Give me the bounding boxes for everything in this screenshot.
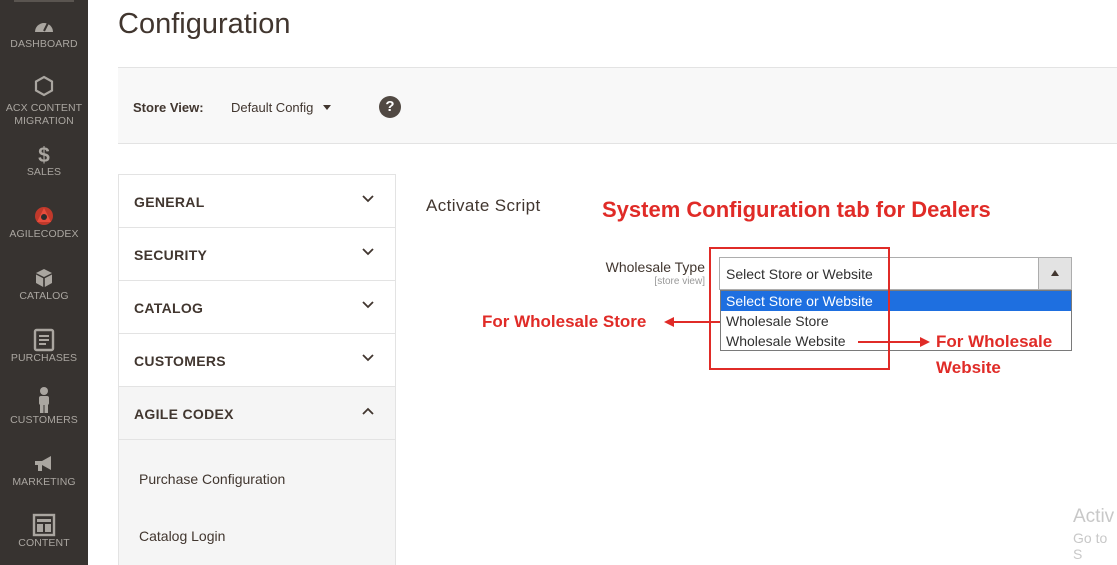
document-icon <box>33 328 55 352</box>
tab-label: CUSTOMERS <box>134 353 226 369</box>
agile-codex-submenu: Purchase Configuration Catalog Login <box>119 439 395 565</box>
chevron-down-icon <box>362 301 374 309</box>
nav-label: CONTENT <box>18 537 70 549</box>
help-icon[interactable]: ? <box>379 96 401 118</box>
nav-item-catalog[interactable]: CATALOG <box>0 266 88 303</box>
annotation-wholesale-website-line2: Website <box>936 358 1001 377</box>
admin-sidebar: DASHBOARD ACX CONTENT MIGRATION $ SALES … <box>0 0 88 565</box>
tab-label: GENERAL <box>134 194 205 210</box>
tab-label: CATALOG <box>134 300 204 316</box>
store-view-bar: Store View: Default Config ? <box>118 67 1117 144</box>
section-title: Activate Script <box>426 196 541 215</box>
store-view-dropdown[interactable]: Default Config <box>231 100 313 115</box>
magento-admin-page: DASHBOARD ACX CONTENT MIGRATION $ SALES … <box>0 0 1117 565</box>
chevron-up-icon <box>362 407 374 415</box>
tab-label: SECURITY <box>134 247 208 263</box>
hexagon-icon <box>34 75 54 97</box>
annotation-title: System Configuration tab for Dealers <box>602 197 991 222</box>
nav-label: PURCHASES <box>10 352 78 364</box>
wholesale-type-label: Wholesale Type <box>605 259 705 275</box>
nav-label: AGILECODEX <box>9 228 79 240</box>
nav-label: CATALOG <box>19 290 69 302</box>
nav-item-sales[interactable]: $ SALES <box>0 142 88 179</box>
nav-item-customers[interactable]: CUSTOMERS <box>0 386 88 427</box>
person-icon <box>39 387 49 413</box>
box-icon <box>36 269 52 287</box>
nav-item-acx-content-migration[interactable]: ACX CONTENT MIGRATION <box>0 74 88 128</box>
dashboard-icon <box>35 22 53 32</box>
chevron-down-icon <box>362 248 374 256</box>
tab-general[interactable]: GENERAL <box>119 174 395 227</box>
nav-item-dashboard[interactable]: DASHBOARD <box>0 14 88 51</box>
nav-top-divider <box>14 0 74 2</box>
chevron-down-icon <box>362 195 374 203</box>
nav-item-marketing[interactable]: MARKETING <box>0 452 88 489</box>
nav-item-content[interactable]: CONTENT <box>0 513 88 550</box>
megaphone-icon <box>35 456 51 471</box>
svg-text:$: $ <box>38 144 50 166</box>
annotation-wholesale-website-line1: For Wholesale <box>936 332 1053 351</box>
nav-item-purchases[interactable]: PURCHASES <box>0 328 88 365</box>
nav-label: SALES <box>26 166 62 178</box>
annotation-wholesale-store: For Wholesale Store <box>482 312 647 331</box>
nav-label: DASHBOARD <box>10 38 78 50</box>
tab-catalog[interactable]: CATALOG <box>119 280 395 333</box>
submenu-item-catalog-login[interactable]: Catalog Login <box>139 528 225 544</box>
tab-agile-codex[interactable]: AGILE CODEX <box>119 386 395 439</box>
nav-label: CUSTOMERS <box>10 414 78 426</box>
tab-customers[interactable]: CUSTOMERS <box>119 333 395 386</box>
nav-label: ACX CONTENT MIGRATION <box>5 102 83 127</box>
config-tabs: GENERAL SECURITY CATALOG CUSTOMERS AGILE… <box>118 174 396 565</box>
field-scope-label: [store view] <box>654 276 705 287</box>
nav-label: MARKETING <box>12 476 76 488</box>
select-toggle-button[interactable] <box>1038 258 1071 289</box>
agilecodex-logo-icon <box>35 207 53 225</box>
tab-security[interactable]: SECURITY <box>119 227 395 280</box>
chevron-down-icon <box>362 354 374 362</box>
annotation-highlight-box <box>709 247 890 370</box>
layout-icon <box>32 513 56 537</box>
store-view-label: Store View: <box>133 100 204 115</box>
chevron-up-icon <box>1051 270 1059 276</box>
submenu-item-purchase-configuration[interactable]: Purchase Configuration <box>139 471 285 487</box>
chevron-down-icon[interactable] <box>323 105 331 110</box>
activation-watermark-subtitle: Go to S <box>1073 530 1108 562</box>
activation-watermark-title: Activ <box>1073 506 1115 527</box>
page-title: Configuration <box>118 8 291 40</box>
tab-label: AGILE CODEX <box>134 406 234 422</box>
nav-item-agilecodex[interactable]: AGILECODEX <box>0 204 88 241</box>
dollar-icon: $ <box>38 144 50 166</box>
